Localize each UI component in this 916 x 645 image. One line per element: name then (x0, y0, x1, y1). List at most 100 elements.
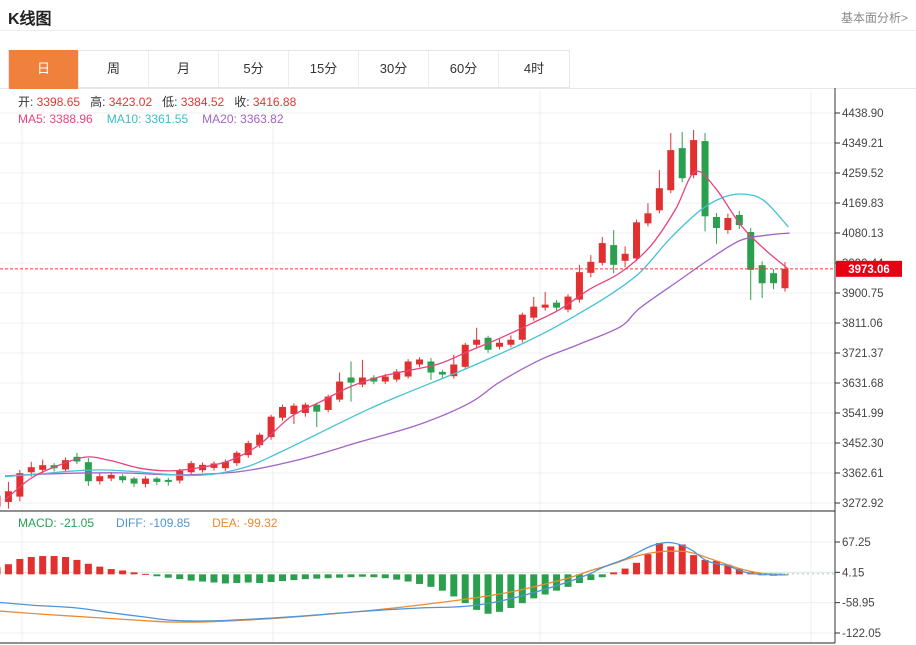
candle[interactable] (679, 132, 686, 182)
macd-bar[interactable] (644, 554, 651, 574)
candle[interactable] (96, 473, 103, 484)
macd-bar[interactable] (382, 574, 389, 578)
candle[interactable] (724, 214, 731, 234)
candle[interactable] (542, 292, 549, 311)
macd-bar[interactable] (142, 574, 149, 575)
candle[interactable] (633, 220, 640, 261)
macd-bar[interactable] (165, 574, 172, 577)
macd-bar[interactable] (39, 556, 46, 574)
macd-bar[interactable] (633, 563, 640, 575)
tab-月[interactable]: 月 (149, 51, 219, 87)
candle[interactable] (667, 133, 674, 193)
macd-bar[interactable] (268, 574, 275, 582)
macd-bar[interactable] (348, 574, 355, 577)
macd-bar[interactable] (131, 572, 138, 574)
candle[interactable] (405, 359, 412, 378)
macd-bar[interactable] (393, 574, 400, 579)
macd-bar[interactable] (370, 574, 377, 577)
macd-bar[interactable] (610, 572, 617, 574)
macd-bar[interactable] (73, 560, 80, 574)
candle[interactable] (610, 230, 617, 273)
macd-bar[interactable] (485, 574, 492, 613)
candle[interactable] (393, 369, 400, 382)
tab-5分[interactable]: 5分 (219, 51, 289, 87)
macd-bar[interactable] (199, 574, 206, 581)
candle[interactable] (416, 357, 423, 367)
macd-bar[interactable] (325, 574, 332, 578)
tab-周[interactable]: 周 (79, 51, 149, 87)
macd-bar[interactable] (439, 574, 446, 590)
macd-bar[interactable] (427, 574, 434, 586)
candle[interactable] (245, 441, 252, 458)
macd-bar[interactable] (679, 545, 686, 575)
candle[interactable] (439, 370, 446, 378)
candle[interactable] (165, 478, 172, 486)
candle[interactable] (0, 491, 1, 510)
tab-60分[interactable]: 60分 (429, 51, 499, 87)
tab-日[interactable]: 日 (9, 50, 79, 89)
macd-bar[interactable] (51, 556, 58, 574)
candle[interactable] (599, 237, 606, 265)
macd-bar[interactable] (405, 574, 412, 581)
candle[interactable] (656, 170, 663, 213)
candle[interactable] (427, 358, 434, 380)
macd-bar[interactable] (359, 574, 366, 576)
macd-bar[interactable] (176, 574, 183, 579)
candle[interactable] (313, 403, 320, 427)
macd-bar[interactable] (690, 555, 697, 574)
macd-bar[interactable] (313, 574, 320, 578)
macd-bar[interactable] (222, 574, 229, 583)
macd-bar[interactable] (622, 569, 629, 575)
macd-bar[interactable] (245, 574, 252, 582)
macd-bar[interactable] (96, 567, 103, 575)
tab-4时[interactable]: 4时 (499, 51, 569, 87)
macd-bar[interactable] (16, 559, 23, 574)
tab-15分[interactable]: 15分 (289, 51, 359, 87)
macd-bar[interactable] (119, 570, 126, 574)
candle[interactable] (759, 261, 766, 297)
macd-bar[interactable] (188, 574, 195, 580)
macd-bar[interactable] (599, 574, 606, 577)
candle[interactable] (336, 373, 343, 402)
macd-bar[interactable] (210, 574, 217, 582)
macd-bar[interactable] (416, 574, 423, 584)
macd-bar[interactable] (233, 574, 240, 583)
macd-bar[interactable] (153, 574, 160, 576)
macd-bar[interactable] (0, 567, 1, 574)
candle[interactable] (644, 203, 651, 226)
candle[interactable] (565, 294, 572, 312)
candle[interactable] (530, 297, 537, 321)
candle[interactable] (348, 361, 355, 401)
macd-bar[interactable] (702, 560, 709, 574)
macd-bar[interactable] (85, 564, 92, 575)
candle[interactable] (119, 474, 126, 483)
macd-bar[interactable] (5, 564, 12, 574)
macd-bar[interactable] (302, 574, 309, 579)
candle[interactable] (587, 255, 594, 277)
candle[interactable] (576, 265, 583, 303)
macd-bar[interactable] (108, 569, 115, 574)
candle[interactable] (507, 335, 514, 347)
candle[interactable] (622, 246, 629, 267)
candle[interactable] (713, 213, 720, 244)
candle[interactable] (473, 328, 480, 348)
macd-bar[interactable] (62, 557, 69, 574)
candle[interactable] (462, 343, 469, 369)
macd-bar[interactable] (279, 574, 286, 581)
candle[interactable] (85, 458, 92, 486)
macd-bar[interactable] (656, 543, 663, 574)
candle[interactable] (702, 133, 709, 231)
candle[interactable] (142, 476, 149, 487)
candle[interactable] (153, 477, 160, 485)
candle[interactable] (131, 477, 138, 487)
macd-bar[interactable] (256, 574, 263, 583)
candle[interactable] (279, 405, 286, 421)
macd-bar[interactable] (290, 574, 297, 580)
tab-30分[interactable]: 30分 (359, 51, 429, 87)
macd-bar[interactable] (450, 574, 457, 596)
macd-bar[interactable] (28, 557, 35, 574)
macd-bar[interactable] (336, 574, 343, 577)
candle[interactable] (62, 457, 69, 471)
candle[interactable] (770, 269, 777, 289)
macd-bar[interactable] (587, 574, 594, 580)
